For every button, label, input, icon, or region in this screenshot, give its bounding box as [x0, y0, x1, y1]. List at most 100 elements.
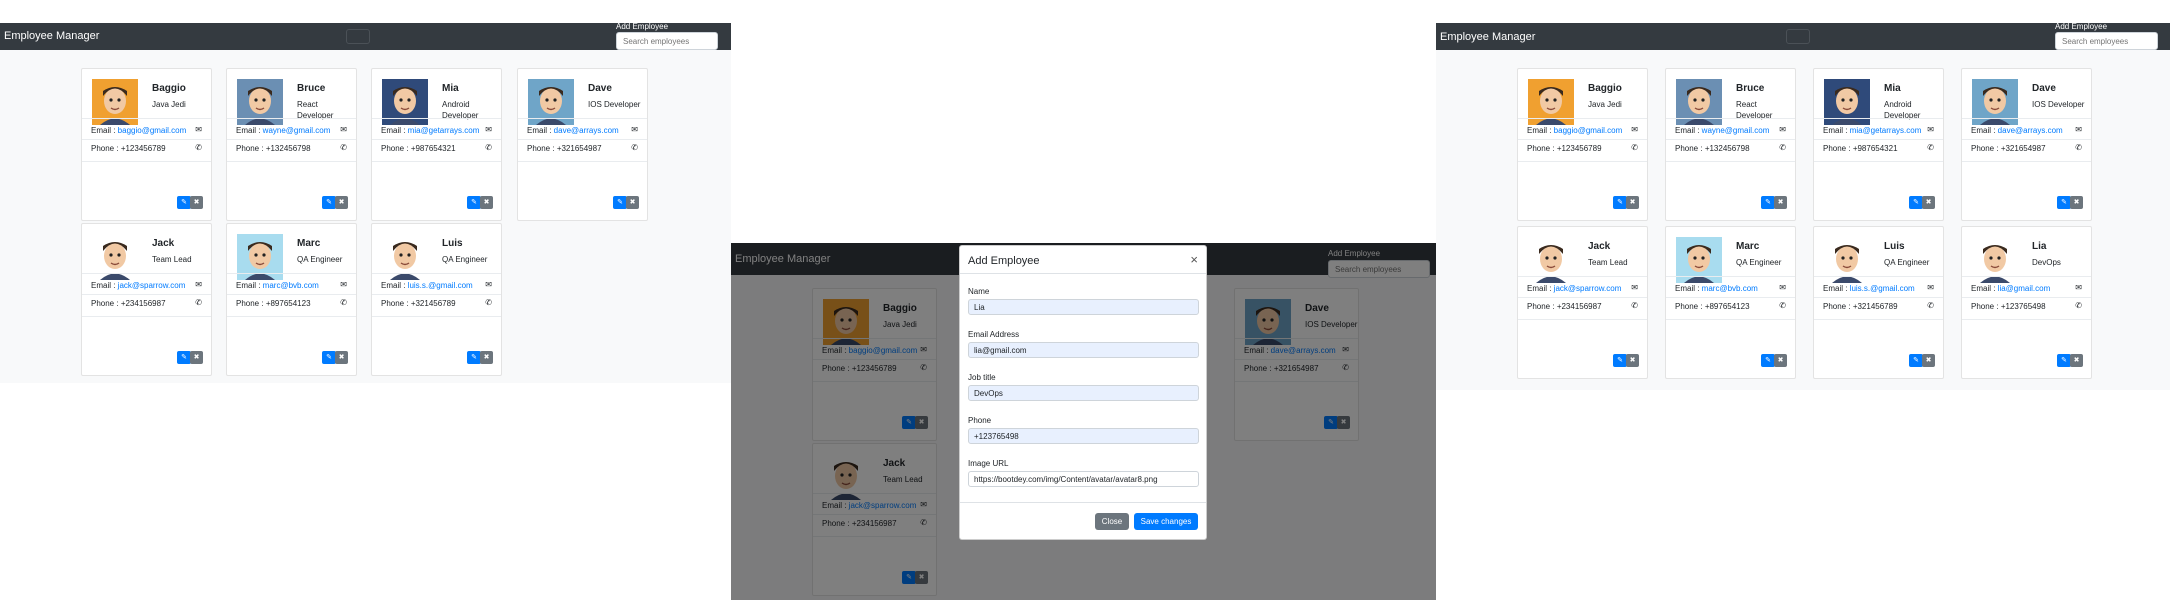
employee-job-title: QA Engineer [1736, 258, 1782, 267]
employee-name: Bruce [297, 83, 326, 94]
employee-job-title: QA Engineer [442, 255, 488, 264]
image-url-input[interactable] [968, 471, 1199, 487]
edit-button[interactable]: ✎ [1761, 354, 1775, 367]
employee-name: Marc [297, 238, 321, 249]
delete-button[interactable]: ✖ [190, 196, 203, 209]
screen-3: Employee Manager Add Employee Baggio Java… [1436, 23, 2170, 390]
edit-button[interactable]: ✎ [467, 196, 481, 209]
modal-close-icon[interactable]: × [1190, 252, 1198, 267]
divider [518, 118, 647, 119]
search-input[interactable] [2055, 32, 2158, 50]
phone-icon: ✆ [1779, 143, 1786, 152]
x-icon: ✖ [483, 199, 490, 206]
save-changes-button[interactable]: Save changes [1134, 513, 1198, 530]
email-link[interactable]: wayne@gmail.com [263, 126, 331, 135]
add-employee-link[interactable]: Add Employee [2055, 23, 2107, 31]
phone-input[interactable] [968, 428, 1199, 444]
delete-button[interactable]: ✖ [190, 351, 203, 364]
email-link[interactable]: lia@gmail.com [1998, 284, 2051, 293]
email-label: Email : [236, 126, 263, 135]
navbar-toggler[interactable] [346, 29, 370, 44]
delete-button[interactable]: ✖ [480, 351, 493, 364]
divider [1962, 118, 2091, 119]
add-employee-link[interactable]: Add Employee [616, 23, 668, 31]
email-link[interactable]: mia@getarrays.com [408, 126, 480, 135]
phone-row: Phone : +321456789 ✆ [1823, 301, 1934, 311]
navbar-toggler[interactable] [1786, 29, 1810, 44]
email-link[interactable]: baggio@gmail.com [1554, 126, 1623, 135]
job-title-input[interactable] [968, 385, 1199, 401]
divider [227, 118, 356, 119]
delete-button[interactable]: ✖ [1626, 196, 1639, 209]
edit-button[interactable]: ✎ [467, 351, 481, 364]
phone-value: +234156987 [1556, 302, 1602, 311]
brand[interactable]: Employee Manager [4, 30, 99, 42]
email-label: Email : [381, 281, 408, 290]
divider [82, 316, 211, 317]
phone-icon: ✆ [1631, 301, 1638, 310]
email-row: Email : baggio@gmail.com ✉ [1527, 125, 1638, 135]
edit-button[interactable]: ✎ [177, 351, 191, 364]
divider [1814, 118, 1943, 119]
close-button[interactable]: Close [1095, 513, 1129, 530]
delete-button[interactable]: ✖ [480, 196, 493, 209]
email-link[interactable]: wayne@gmail.com [1702, 126, 1770, 135]
delete-button[interactable]: ✖ [2070, 196, 2083, 209]
delete-button[interactable]: ✖ [335, 351, 348, 364]
delete-button[interactable]: ✖ [1774, 354, 1787, 367]
delete-button[interactable]: ✖ [1774, 196, 1787, 209]
phone-row: Phone : +132456798 ✆ [236, 143, 347, 153]
email-link[interactable]: luis.s.@gmail.com [1850, 284, 1915, 293]
phone-row: Phone : +987654321 ✆ [381, 143, 492, 153]
search-input[interactable] [616, 32, 718, 50]
edit-button[interactable]: ✎ [177, 196, 191, 209]
email-link[interactable]: marc@bvb.com [263, 281, 319, 290]
edit-button[interactable]: ✎ [1613, 196, 1627, 209]
phone-row: Phone : +321654987 ✆ [527, 143, 638, 153]
email-link[interactable]: jack@sparrow.com [1554, 284, 1622, 293]
delete-button[interactable]: ✖ [1922, 354, 1935, 367]
name-input[interactable] [968, 299, 1199, 315]
divider [227, 273, 356, 274]
phone-label: Phone : [381, 144, 411, 153]
envelope-icon: ✉ [2075, 283, 2082, 292]
divider [227, 316, 356, 317]
edit-button[interactable]: ✎ [1761, 196, 1775, 209]
pencil-icon: ✎ [2061, 357, 2067, 364]
email-link[interactable]: marc@bvb.com [1702, 284, 1758, 293]
edit-button[interactable]: ✎ [1613, 354, 1627, 367]
email-link[interactable]: dave@arrays.com [554, 126, 619, 135]
phone-value: +321456789 [410, 299, 456, 308]
delete-button[interactable]: ✖ [1626, 354, 1639, 367]
phone-value: +987654321 [410, 144, 456, 153]
envelope-icon: ✉ [2075, 125, 2082, 134]
delete-button[interactable]: ✖ [335, 196, 348, 209]
email-link[interactable]: jack@sparrow.com [118, 281, 186, 290]
email-label: Email : [1971, 284, 1998, 293]
edit-button[interactable]: ✎ [322, 351, 336, 364]
delete-button[interactable]: ✖ [626, 196, 639, 209]
email-link[interactable]: dave@arrays.com [1998, 126, 2063, 135]
edit-button[interactable]: ✎ [1909, 196, 1923, 209]
email-link[interactable]: luis.s.@gmail.com [408, 281, 473, 290]
divider [227, 139, 356, 140]
phone-label: Phone : [1527, 144, 1557, 153]
email-link[interactable]: baggio@gmail.com [118, 126, 187, 135]
phone-label: Phone : [91, 299, 121, 308]
edit-button[interactable]: ✎ [2057, 354, 2071, 367]
phone-icon: ✆ [485, 143, 492, 152]
email-link[interactable]: mia@getarrays.com [1850, 126, 1922, 135]
edit-button[interactable]: ✎ [2057, 196, 2071, 209]
email-input[interactable] [968, 342, 1199, 358]
email-label: Email : [1675, 126, 1702, 135]
edit-button[interactable]: ✎ [1909, 354, 1923, 367]
edit-button[interactable]: ✎ [322, 196, 336, 209]
divider [227, 294, 356, 295]
x-icon: ✖ [1777, 199, 1784, 206]
edit-button[interactable]: ✎ [613, 196, 627, 209]
email-row: Email : dave@arrays.com ✉ [1971, 125, 2082, 135]
job-title-label: Job title [968, 373, 996, 382]
brand[interactable]: Employee Manager [1440, 31, 1535, 43]
delete-button[interactable]: ✖ [1922, 196, 1935, 209]
delete-button[interactable]: ✖ [2070, 354, 2083, 367]
